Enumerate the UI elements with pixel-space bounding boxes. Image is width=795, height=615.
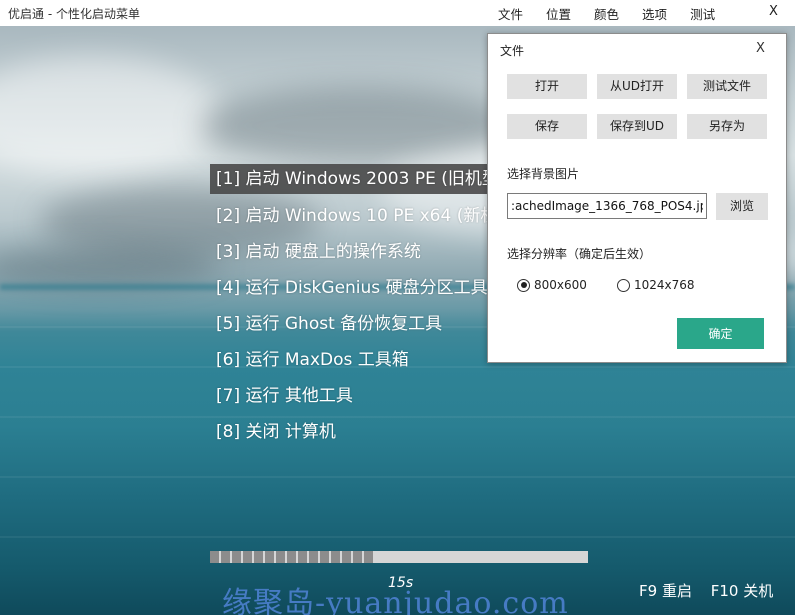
progress-fill: [210, 551, 373, 563]
menu-options[interactable]: 选项: [642, 4, 667, 23]
save-button[interactable]: 保存: [507, 114, 587, 139]
menu-color[interactable]: 颜色: [594, 4, 619, 23]
boot-menu: [1] 启动 Windows 2003 PE (旧机型 [2] 启动 Windo…: [210, 164, 510, 452]
file-dialog: 文件 X 打开 从UD打开 测试文件 保存 保存到UD 另存为 选择背景图片 浏…: [487, 33, 787, 363]
save-as-button[interactable]: 另存为: [687, 114, 767, 139]
resolution-option-label: 1024x768: [634, 278, 695, 292]
boot-item[interactable]: [4] 运行 DiskGenius 硬盘分区工具: [210, 272, 510, 308]
resolution-option-label: 800x600: [534, 278, 587, 292]
cloud: [0, 56, 220, 176]
boot-item[interactable]: [8] 关闭 计算机: [210, 416, 510, 452]
background-image-label: 选择背景图片: [507, 167, 580, 181]
resolution-option-800[interactable]: 800x600: [517, 278, 587, 292]
boot-item[interactable]: [2] 启动 Windows 10 PE x64 (新机型: [210, 200, 510, 236]
dialog-title: 文件: [500, 44, 525, 58]
water-ripple: [0, 476, 795, 478]
radio-checked-icon[interactable]: [517, 278, 530, 292]
menu-file[interactable]: 文件: [498, 4, 523, 23]
boot-item[interactable]: [7] 运行 其他工具: [210, 380, 510, 416]
window-close-button[interactable]: X: [769, 4, 778, 19]
countdown-progress-bar: [210, 551, 588, 563]
test-file-button[interactable]: 测试文件: [687, 74, 767, 99]
menu-position[interactable]: 位置: [546, 4, 571, 23]
open-button[interactable]: 打开: [507, 74, 587, 99]
boot-item[interactable]: [3] 启动 硬盘上的操作系统: [210, 236, 510, 272]
function-keys: F9 重启 F10 关机: [639, 580, 787, 601]
boot-item[interactable]: [5] 运行 Ghost 备份恢复工具: [210, 308, 510, 344]
boot-item-selected[interactable]: [1] 启动 Windows 2003 PE (旧机型: [210, 164, 510, 194]
water-ripple: [0, 536, 795, 538]
save-to-ud-button[interactable]: 保存到UD: [597, 114, 677, 139]
shutdown-hint[interactable]: F10 关机: [711, 582, 773, 600]
boot-item[interactable]: [6] 运行 MaxDos 工具箱: [210, 344, 510, 380]
resolution-label: 选择分辨率（确定后生效）: [507, 247, 652, 261]
open-from-ud-button[interactable]: 从UD打开: [597, 74, 677, 99]
browse-button[interactable]: 浏览: [716, 193, 768, 220]
countdown-timer: 15s: [388, 575, 414, 591]
ok-button[interactable]: 确定: [677, 318, 764, 349]
dialog-close-button[interactable]: X: [756, 41, 765, 56]
menu-bar: 文件 位置 颜色 选项 测试: [498, 0, 738, 26]
app-title: 优启通 - 个性化启动菜单: [8, 7, 140, 21]
title-bar: 优启通 - 个性化启动菜单 文件 位置 颜色 选项 测试 X: [0, 0, 795, 26]
cloud: [0, 246, 220, 286]
background-path-input[interactable]: [507, 193, 707, 219]
menu-test[interactable]: 测试: [690, 4, 715, 23]
resolution-option-1024[interactable]: 1024x768: [617, 278, 695, 292]
reboot-hint[interactable]: F9 重启: [639, 582, 692, 600]
radio-unchecked-icon[interactable]: [617, 278, 630, 292]
